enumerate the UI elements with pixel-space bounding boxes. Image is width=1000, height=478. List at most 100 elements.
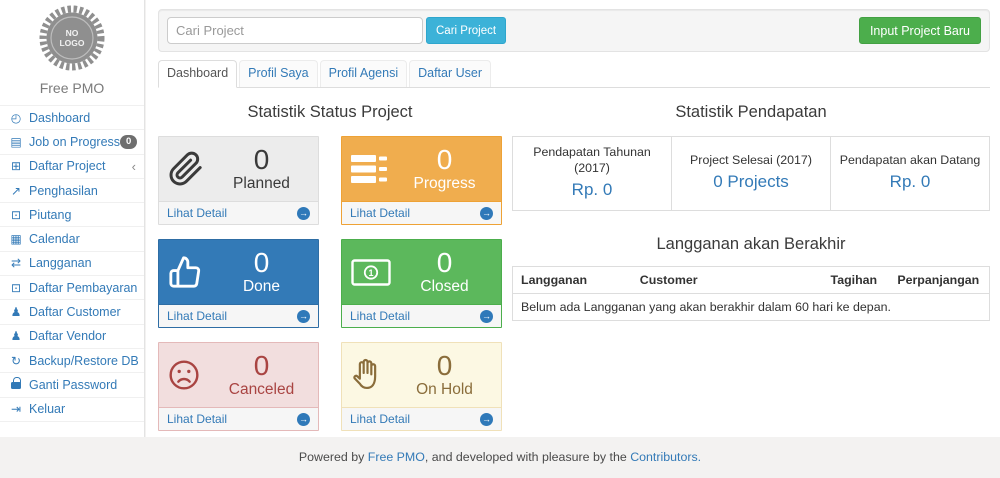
arrow-circle-right-icon: → [297, 310, 310, 323]
contributors-link[interactable]: Contributors. [630, 450, 701, 464]
lihat-detail-link[interactable]: Lihat Detail → [159, 304, 318, 327]
status-card-progress: 0 Progress Lihat Detail → [341, 136, 502, 225]
sidebar-item-daftar-vendor[interactable]: ♟ Daftar Vendor [0, 325, 144, 349]
sidebar-item-piutang[interactable]: ⊡ Piutang [0, 203, 144, 227]
income-value: 0 Projects [676, 170, 826, 194]
empty-message: Belum ada Langganan yang akan berakhir d… [513, 294, 990, 321]
brand-name: Free PMO [0, 80, 144, 96]
tasks-icon [351, 155, 397, 183]
sidebar-item-label: Daftar Vendor [29, 329, 106, 343]
sidebar-item-dashboard[interactable]: ◴ Dashboard [0, 106, 144, 130]
income-cell: Project Selesai (2017) 0 Projects [672, 137, 831, 211]
income-section: Statistik Pendapatan Pendapatan Tahunan … [512, 97, 990, 321]
status-card-done: 0 Done Lihat Detail → [158, 239, 319, 328]
sidebar-item-daftar-project[interactable]: ⊞ Daftar Project ‹ [0, 155, 144, 179]
footer-text: , and developed with pleasure by the [425, 450, 630, 464]
sidebar-item-penghasilan[interactable]: ↗ Penghasilan [0, 179, 144, 203]
lihat-detail-link[interactable]: Lihat Detail → [342, 304, 501, 327]
status-count: 0 [214, 145, 309, 175]
status-label: Planned [214, 175, 309, 193]
footer-text: Powered by [299, 450, 368, 464]
column-header: Customer [632, 267, 823, 294]
lihat-detail-link[interactable]: Lihat Detail → [159, 201, 318, 224]
income-cell: Pendapatan Tahunan (2017) Rp. 0 [513, 137, 672, 211]
status-count: 0 [214, 351, 309, 381]
subscription-section-title: Langganan akan Berakhir [512, 229, 990, 254]
status-card-planned: 0 Planned Lihat Detail → [158, 136, 319, 225]
app-logo: NO LOGO [0, 0, 144, 76]
lihat-detail-link[interactable]: Lihat Detail → [342, 407, 501, 430]
sidebar-item-label: Daftar Pembayaran [29, 281, 137, 295]
arrow-circle-right-icon: → [480, 207, 493, 220]
status-count: 0 [214, 248, 309, 278]
input-project-baru-button[interactable]: Input Project Baru [859, 17, 981, 44]
status-label: On Hold [397, 381, 492, 399]
status-label: Closed [397, 278, 492, 296]
users-icon: ♟ [8, 329, 24, 343]
paperclip-icon [168, 151, 214, 187]
page-footer: Powered by Free PMO, and developed with … [0, 437, 1000, 478]
search-button[interactable]: Cari Project [426, 17, 506, 44]
sidebar-item-label: Keluar [29, 402, 65, 416]
status-label: Done [214, 278, 309, 296]
sidebar-item-label: Job on Progress [29, 135, 120, 149]
chevron-left-icon: ‹ [132, 159, 136, 174]
sidebar-item-label: Daftar Project [29, 159, 105, 173]
chart-icon: ↗ [8, 184, 24, 198]
lihat-detail-link[interactable]: Lihat Detail → [342, 201, 501, 224]
sidebar-item-label: Ganti Password [29, 378, 117, 392]
status-count: 0 [397, 145, 492, 175]
sidebar-item-label: Penghasilan [29, 184, 98, 198]
tab-dashboard[interactable]: Dashboard [158, 60, 237, 88]
subscription-table: Langganan Customer Tagihan Perpanjangan … [512, 266, 990, 321]
income-table: Pendapatan Tahunan (2017) Rp. 0 Project … [512, 136, 990, 211]
svg-text:1: 1 [368, 268, 373, 278]
table-row: Belum ada Langganan yang akan berakhir d… [513, 294, 990, 321]
sidebar-item-ganti-password[interactable]: Ganti Password [0, 373, 144, 397]
tab-bar: Dashboard Profil Saya Profil Agensi Daft… [158, 60, 990, 88]
status-label: Canceled [214, 381, 309, 399]
search-input[interactable] [167, 17, 423, 44]
sidebar-item-calendar[interactable]: ▦ Calendar [0, 227, 144, 251]
frown-icon [168, 359, 214, 391]
sidebar-item-job-on-progress[interactable]: ▤ Job on Progress 0 [0, 130, 144, 154]
sidebar-item-langganan[interactable]: ⇄ Langganan [0, 252, 144, 276]
search-toolbar: Cari Project Input Project Baru [158, 9, 990, 52]
column-header: Tagihan [823, 267, 890, 294]
tab-profil-agensi[interactable]: Profil Agensi [320, 60, 407, 87]
status-card-canceled: 0 Canceled Lihat Detail → [158, 342, 319, 431]
arrow-circle-right-icon: → [480, 310, 493, 323]
sidebar-item-label: Langganan [29, 256, 92, 270]
status-card-closed: 1 0 Closed Lihat Detail → [341, 239, 502, 328]
column-header: Langganan [513, 267, 632, 294]
tab-daftar-user[interactable]: Daftar User [409, 60, 491, 87]
repeat-icon: ⇄ [8, 256, 24, 270]
refresh-icon: ↻ [8, 354, 24, 368]
income-value: Rp. 0 [835, 170, 985, 194]
sidebar-item-backup-restore-db[interactable]: ↻ Backup/Restore DB [0, 349, 144, 373]
sidebar-item-label: Piutang [29, 208, 71, 222]
sidebar-item-keluar[interactable]: ⇥ Keluar [0, 398, 144, 422]
money-icon: ⊡ [8, 281, 24, 295]
money-bill-icon: 1 [351, 259, 397, 286]
free-pmo-link[interactable]: Free PMO [368, 450, 425, 464]
sidebar-item-label: Dashboard [29, 111, 90, 125]
tab-profil-saya[interactable]: Profil Saya [239, 60, 317, 87]
thumbs-up-icon [168, 255, 214, 289]
income-header: Pendapatan Tahunan (2017) [517, 144, 667, 176]
main-content: Cari Project Input Project Baru Dashboar… [146, 0, 1000, 437]
sidebar-item-daftar-customer[interactable]: ♟ Daftar Customer [0, 300, 144, 324]
table-icon: ⊞ [8, 159, 24, 173]
status-section: Statistik Status Project 0 Planned Lihat [158, 97, 502, 431]
sidebar-item-label: Calendar [29, 232, 80, 246]
sidebar-item-label: Daftar Customer [29, 305, 121, 319]
tasks-icon: ▤ [8, 135, 24, 149]
calendar-icon: ▦ [8, 232, 24, 246]
sidebar-item-daftar-pembayaran[interactable]: ⊡ Daftar Pembayaran [0, 276, 144, 300]
status-section-title: Statistik Status Project [158, 97, 502, 122]
svg-text:LOGO: LOGO [59, 38, 84, 48]
lihat-detail-link[interactable]: Lihat Detail → [159, 407, 318, 430]
arrow-circle-right-icon: → [297, 207, 310, 220]
users-icon: ♟ [8, 305, 24, 319]
column-header: Perpanjangan [889, 267, 989, 294]
